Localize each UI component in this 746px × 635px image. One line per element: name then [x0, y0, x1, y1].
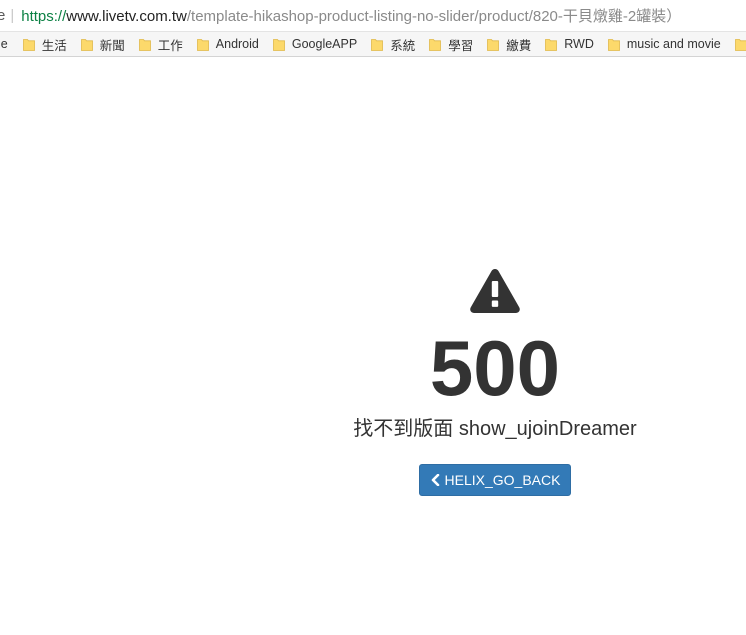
folder-icon: [429, 38, 442, 51]
folder-icon: [734, 38, 746, 51]
bookmark-label: 工作: [157, 38, 183, 53]
bookmark-label: 系統: [390, 38, 416, 53]
bookmark-label: music and movie: [626, 37, 721, 51]
folder-icon: [22, 38, 35, 51]
bookmark-truncated[interactable]: le: [0, 37, 8, 51]
bookmark-item[interactable]: 繳費: [487, 35, 531, 54]
bookmark-label: Android: [215, 37, 259, 51]
address-prefix: e: [0, 7, 5, 24]
folder-icon: [138, 38, 151, 51]
folder-icon: [196, 38, 209, 51]
bookmark-label: 生活: [41, 38, 67, 53]
go-back-label: HELIX_GO_BACK: [444, 472, 561, 488]
url-scheme: https://: [21, 8, 67, 25]
bookmark-label: RWD: [564, 37, 594, 51]
bookmark-item[interactable]: 新聞: [80, 35, 125, 54]
bookmark-item[interactable]: GoogleAPP: [272, 37, 358, 51]
bookmark-item[interactable]: Android: [196, 37, 259, 51]
bookmark-item[interactable]: 學習: [429, 35, 473, 54]
bookmark-label: 學習: [448, 38, 474, 53]
bookmark-item[interactable]: 工作: [138, 35, 183, 54]
folder-icon: [545, 38, 558, 51]
bookmark-item[interactable]: 系統: [371, 35, 415, 54]
bookmark-label: 新聞: [99, 38, 125, 53]
folder-icon: [487, 38, 500, 51]
url-text[interactable]: https://www.livetv.com.tw/template-hikas…: [21, 5, 681, 26]
address-bar[interactable]: e | https://www.livetv.com.tw/template-h…: [0, 0, 746, 32]
error-container: 500 找不到版面 show_ujoinDreamer HELIX_GO_BAC…: [330, 267, 660, 496]
chevron-left-icon: [431, 474, 439, 486]
url-path: /template-hikashop-product-listing-no-sl…: [186, 8, 682, 25]
url-host: www.livetv.com.tw: [66, 8, 187, 25]
bookmark-label: GoogleAPP: [291, 37, 358, 51]
bookmark-list: 生活 新聞 工作 Android GoogleAPP 系統 學習 繳費 RWD music and…: [22, 35, 746, 54]
page-content: 500 找不到版面 show_ujoinDreamer HELIX_GO_BAC…: [0, 57, 746, 635]
error-message: 找不到版面 show_ujoinDreamer: [353, 418, 637, 440]
bookmark-item[interactable]: 生活: [22, 35, 67, 54]
folder-icon: [80, 38, 93, 51]
bookmark-item[interactable]: RWD: [545, 37, 594, 51]
warning-icon: [470, 269, 520, 313]
bookmark-item[interactable]: [734, 38, 746, 51]
bookmark-label: 繳費: [506, 38, 532, 53]
folder-icon: [272, 38, 285, 51]
bookmarks-bar: le 生活 新聞 工作 Android GoogleAPP 系統 學習 繳費 RWD music …: [0, 32, 746, 57]
error-code: 500: [429, 324, 561, 412]
folder-icon: [607, 38, 620, 51]
folder-icon: [371, 38, 384, 51]
address-separator: |: [10, 7, 15, 24]
go-back-button[interactable]: HELIX_GO_BACK: [418, 464, 572, 496]
bookmark-item[interactable]: music and movie: [607, 37, 721, 51]
